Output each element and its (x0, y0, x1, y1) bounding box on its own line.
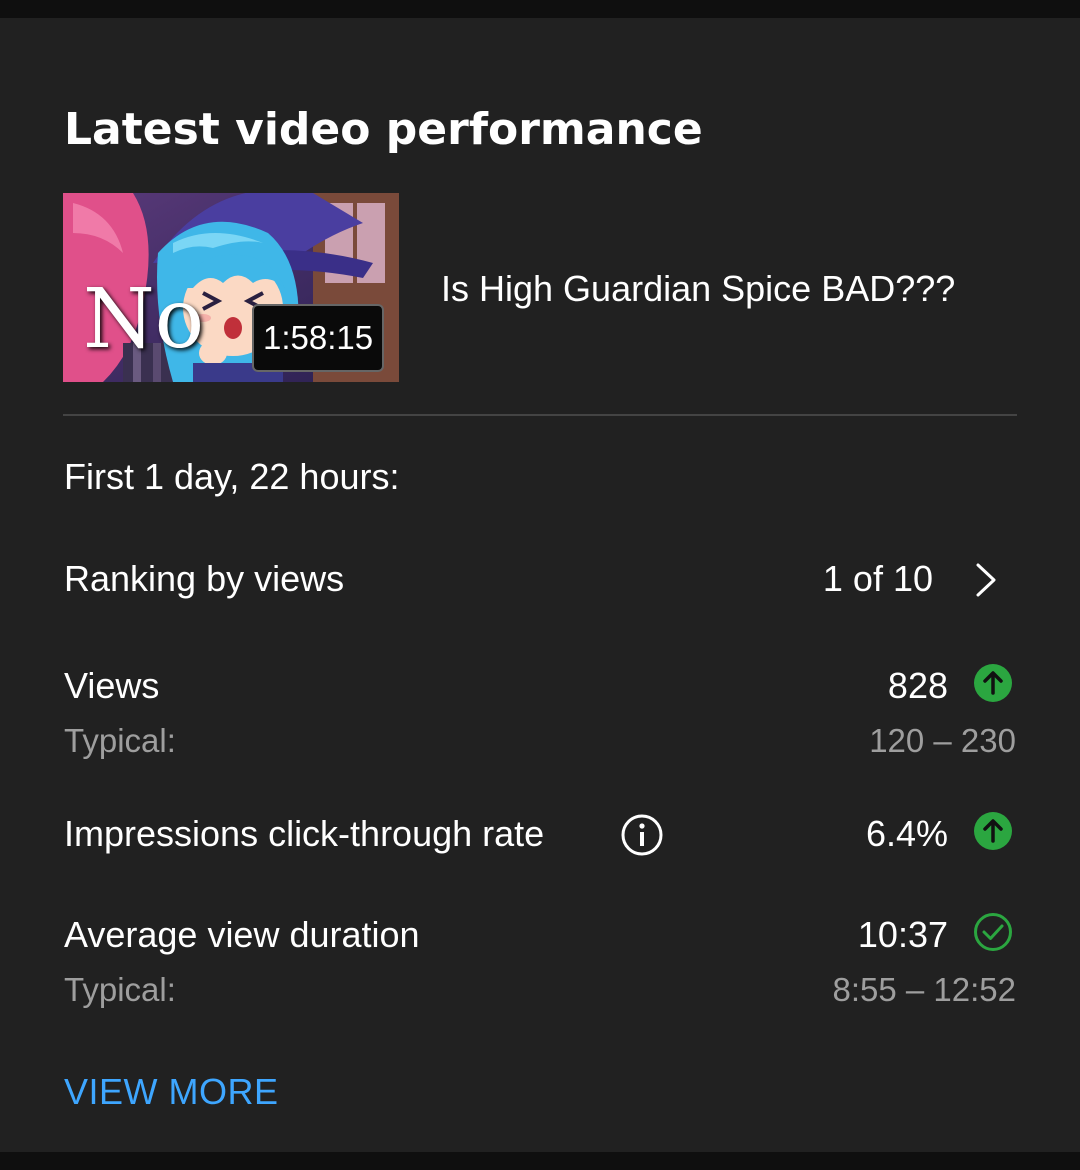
divider (63, 414, 1017, 416)
views-value: 828 (887, 665, 948, 706)
check-circle-outline-icon (974, 913, 1012, 951)
video-title[interactable]: Is High Guardian Spice BAD??? (441, 268, 955, 310)
latest-video-performance-card: Latest video performance No 1:58:15 Is H… (0, 18, 1080, 1152)
ranking-value: 1 of 10 (822, 558, 933, 599)
thumbnail-overlay-text: No (83, 272, 205, 367)
avg-view-duration-label: Average view duration (64, 914, 420, 955)
chevron-right-icon[interactable] (972, 562, 1000, 598)
views-typical-label: Typical: (64, 722, 176, 759)
views-label: Views (64, 665, 160, 706)
info-icon[interactable] (620, 813, 664, 857)
ctr-value: 6.4% (865, 813, 948, 854)
views-typical-value: 120 – 230 (869, 722, 1016, 759)
period-label: First 1 day, 22 hours: (64, 456, 400, 497)
avg-view-duration-typical-value: 8:55 – 12:52 (832, 971, 1017, 1008)
video-duration-badge: 1:58:15 (252, 304, 385, 372)
ctr-label: Impressions click-through rate (64, 813, 545, 854)
view-more-button[interactable]: VIEW MORE (64, 1071, 279, 1113)
avg-view-duration-typical-label: Typical: (64, 971, 176, 1008)
arrow-up-circle-icon (974, 812, 1012, 850)
ranking-label: Ranking by views (64, 558, 345, 599)
card-title: Latest video performance (64, 104, 703, 155)
avg-view-duration-value: 10:37 (857, 914, 948, 955)
arrow-up-circle-icon (974, 664, 1012, 702)
